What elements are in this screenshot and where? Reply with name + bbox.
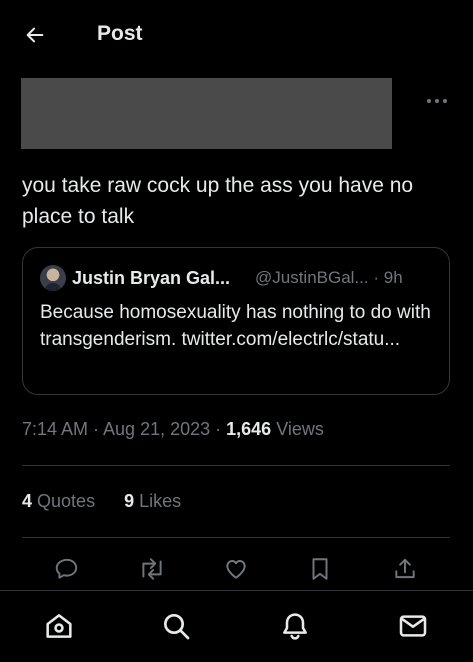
bookmark-button[interactable]	[306, 555, 334, 583]
nav-search-button[interactable]	[159, 609, 193, 643]
home-icon	[43, 610, 75, 642]
more-options-button[interactable]	[424, 92, 450, 110]
top-bar: Post	[0, 0, 473, 70]
retweet-button[interactable]	[138, 555, 166, 583]
quotes-stat-link[interactable]: 4 Quotes	[22, 491, 95, 512]
engagement-stats: 4 Quotes 9 Likes	[22, 491, 181, 512]
quotes-count: 4	[22, 491, 33, 511]
share-button[interactable]	[391, 555, 419, 583]
avatar[interactable]	[40, 265, 66, 291]
redacted-author-block	[21, 78, 392, 149]
post-metadata: 7:14 AM · Aug 21, 2023 · 1,646 Views	[22, 419, 324, 440]
reply-icon	[54, 556, 80, 582]
timestamp[interactable]: 7:14 AM · Aug 21, 2023 ·	[22, 419, 226, 439]
more-horizontal-icon	[426, 98, 448, 104]
bottom-navigation	[0, 590, 473, 662]
quoted-post-card[interactable]: Justin Bryan Gal... @JustinBGal... · 9h …	[22, 247, 450, 395]
likes-count: 9	[124, 491, 135, 511]
likes-label: Likes	[139, 491, 182, 511]
post-text: you take raw cock up the ass you have no…	[22, 174, 414, 228]
views-count: 1,646	[226, 419, 272, 439]
retweet-icon	[138, 556, 166, 582]
like-button[interactable]	[222, 555, 250, 583]
nav-home-button[interactable]	[42, 609, 76, 643]
quoted-post-text: Because homosexuality has nothing to do …	[40, 302, 431, 350]
back-button[interactable]	[22, 22, 48, 48]
search-icon	[160, 610, 192, 642]
share-icon	[392, 556, 418, 582]
quoted-author-handle: @JustinBGal... · 9h	[255, 268, 403, 287]
arrow-left-icon	[24, 24, 46, 46]
bookmark-icon	[308, 556, 332, 582]
likes-stat-link[interactable]: 9 Likes	[124, 491, 181, 512]
notifications-icon	[279, 610, 311, 642]
divider	[22, 465, 450, 466]
reply-button[interactable]	[53, 555, 81, 583]
views-label: Views	[276, 419, 324, 439]
divider	[22, 537, 450, 538]
messages-icon	[397, 610, 429, 642]
nav-notifications-button[interactable]	[278, 609, 312, 643]
like-icon	[223, 556, 249, 582]
nav-messages-button[interactable]	[396, 609, 430, 643]
page-title: Post	[97, 22, 143, 45]
quotes-label: Quotes	[37, 491, 96, 511]
quoted-author-name: Justin Bryan Gal...	[72, 268, 231, 288]
